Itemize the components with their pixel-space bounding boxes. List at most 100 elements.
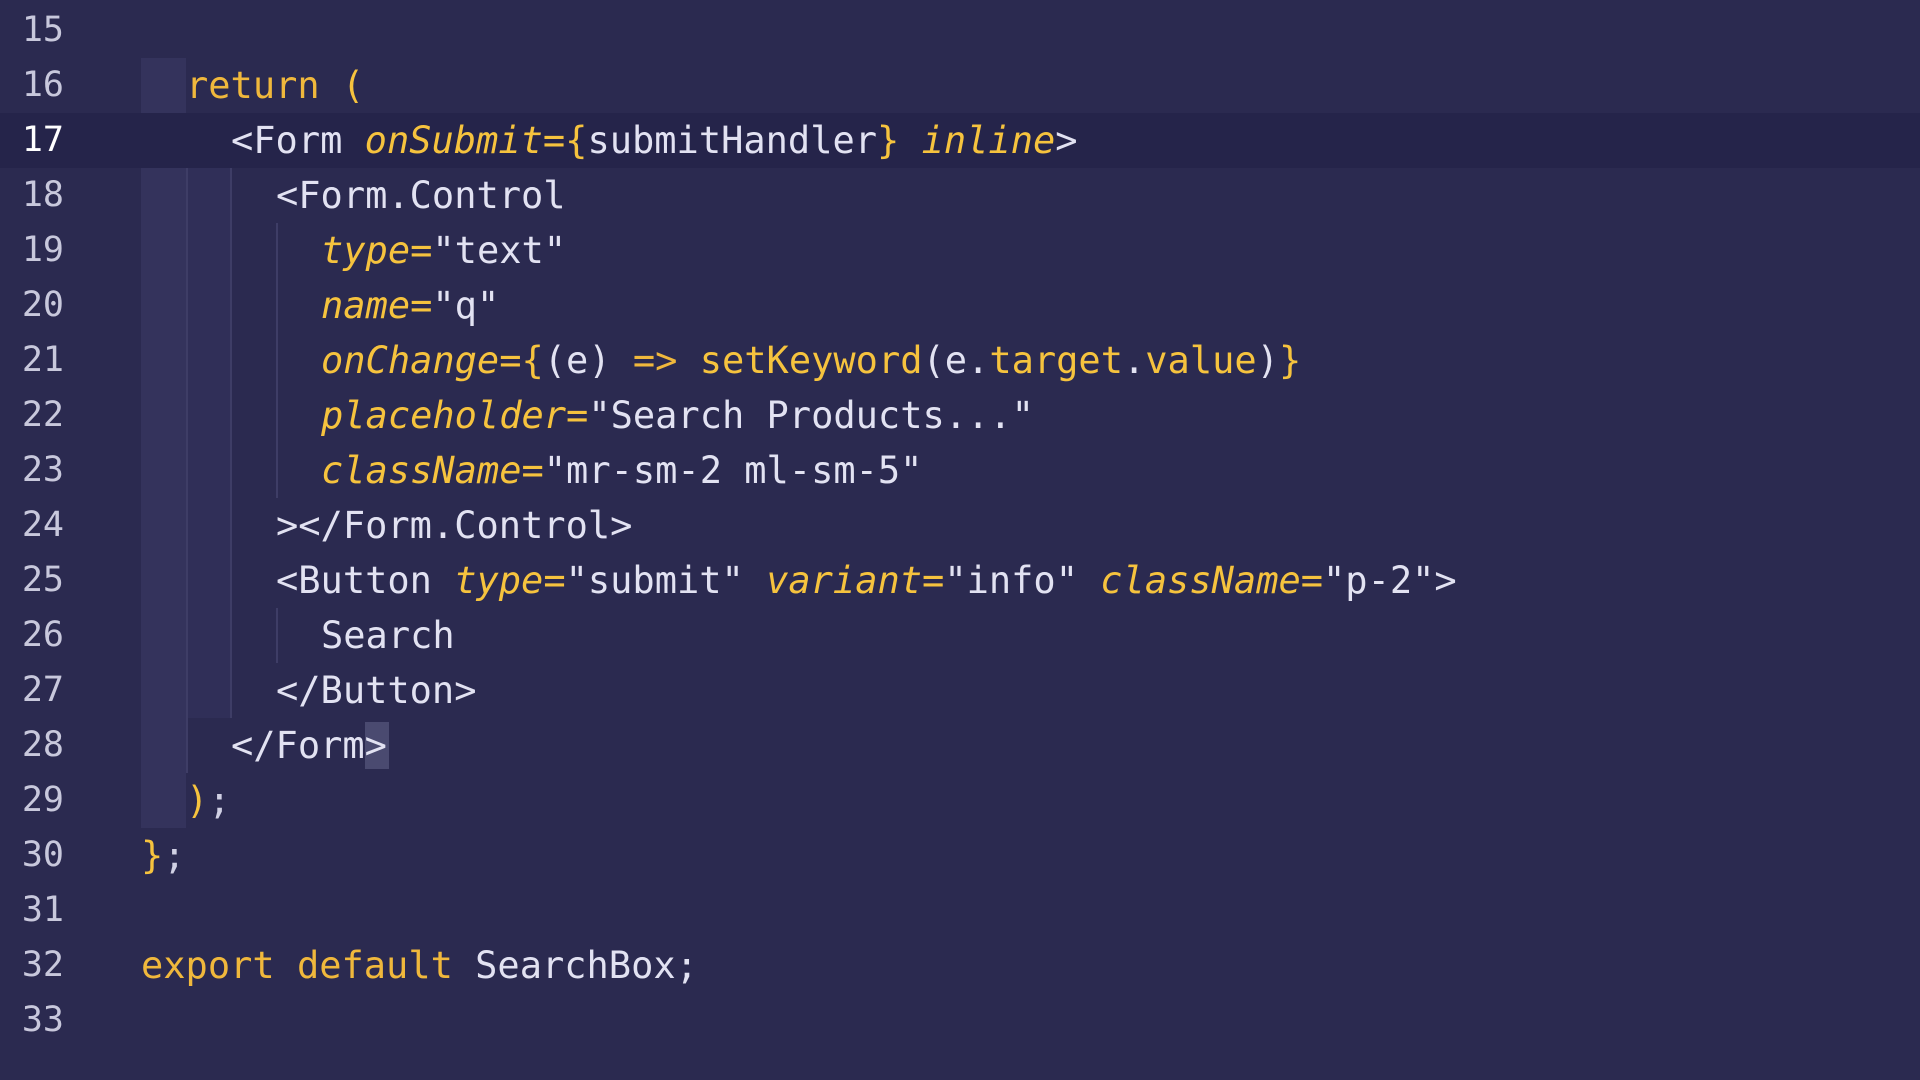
line-code[interactable]: export default SearchBox; [141,938,698,993]
line-number: 19 [21,230,64,270]
code-token-kw: => [632,339,678,382]
code-token-kw: export [141,944,275,987]
code-token-brace: { [565,119,588,162]
line-number: 30 [21,835,64,875]
line-number: 27 [21,670,64,710]
line-code[interactable]: </Button> [276,663,476,718]
code-line[interactable]: 32 export default SearchBox; [0,938,1920,993]
line-number: 25 [21,560,64,600]
code-token-tag: <Button [276,559,432,602]
line-code[interactable]: ></Form.Control> [276,498,632,553]
code-line[interactable]: 28 </Form> [0,718,1920,773]
line-code[interactable]: }; [141,828,186,883]
code-token-muted: ; [208,779,231,822]
code-token-attr: = [543,559,566,602]
code-line[interactable]: 27 </Button> [0,663,1920,718]
code-editor[interactable]: 15 16 return (17 <Form onSubmit={submitHand… [0,0,1920,1080]
code-token-attr: type [321,229,411,272]
line-code[interactable]: type="text" [321,223,566,278]
code-token-fn: setKeyword [699,339,923,382]
code-token-attr: name [321,284,411,327]
line-code[interactable]: <Button type="submit" variant="info" cla… [276,553,1457,608]
line-number: 20 [21,285,64,325]
code-token-tag: > [1434,559,1457,602]
line-number: 23 [21,450,64,490]
code-token-brace: ) [186,779,209,822]
code-token-brace: } [877,119,900,162]
code-token-brace: } [1278,339,1302,382]
line-code[interactable]: onChange={(e) => setKeyword(e.target.val… [321,333,1301,388]
code-token-plain: (e. [922,339,990,382]
code-token-attr: = [410,284,433,327]
code-line[interactable]: 22 placeholder="Search Products..." [0,388,1920,443]
code-token-muted: ; [163,834,186,877]
code-token-str: "p-2" [1323,559,1435,602]
line-number: 26 [21,615,64,655]
line-number: 29 [21,780,64,820]
line-number: 15 [21,10,64,50]
code-token-plain: . [1122,339,1146,382]
code-token-brace: } [141,834,164,877]
code-token-attr: = [410,229,433,272]
code-line[interactable]: 24 ></Form.Control> [0,498,1920,553]
line-number: 22 [21,395,64,435]
code-line[interactable]: 30}; [0,828,1920,883]
code-token-attr: = [542,119,566,162]
code-token-attr: onSubmit [364,119,543,162]
code-token-tag: <Form [231,119,343,162]
line-number: 21 [21,340,64,380]
code-line[interactable]: 29); [0,773,1920,828]
line-code[interactable]: name="q" [321,278,499,333]
code-token-attr: inline [921,119,1056,162]
code-token-str: "submit" [565,559,744,602]
line-code[interactable]: <Form onSubmit={submitHandler} inline> [231,113,1078,168]
code-token-attr: placeholder [321,394,567,437]
line-code[interactable]: className="mr-sm-2 ml-sm-5" [321,443,922,498]
code-line[interactable]: 21 onChange={(e) => setKeyword(e.target.v… [0,333,1920,388]
code-token-plain: (e) [543,339,633,382]
code-line[interactable]: 20 name="q" [0,278,1920,333]
code-token-fn: target [989,339,1123,382]
code-line[interactable]: 19 type="text" [0,223,1920,278]
code-token-attr: = [499,339,522,382]
code-token-brace: { [521,339,544,382]
code-token-attr: onChange [321,339,500,382]
code-line[interactable]: 26 Search [0,608,1920,663]
code-line[interactable]: 33 [0,993,1920,1048]
line-number: 31 [21,890,64,930]
code-line[interactable]: 18 <Form.Control [0,168,1920,223]
code-token-kw: return [186,64,320,107]
code-token-plain: ) [1256,339,1279,382]
code-token-attr: = [521,449,544,492]
code-token-attr: = [1300,559,1324,602]
code-token-fn: value [1145,339,1257,382]
code-token-plain: SearchBox; [452,944,698,987]
code-line[interactable]: 23 className="mr-sm-2 ml-sm-5" [0,443,1920,498]
code-line[interactable]: 16 return ( [0,58,1920,113]
code-token-attr: className [1100,559,1301,602]
line-number: 24 [21,505,64,545]
code-token-tag: > [1055,119,1078,162]
line-code[interactable]: </Form> [231,718,387,773]
line-number: 16 [21,65,64,105]
code-line[interactable]: 17 <Form onSubmit={submitHandler} inline> [0,113,1920,168]
code-line[interactable]: 31 [0,883,1920,938]
line-code[interactable]: ); [186,773,231,828]
line-code[interactable]: <Form.Control [276,168,566,223]
line-code[interactable]: Search [321,608,455,663]
code-token-brace: ( [341,64,365,107]
code-token-tag: </Button> [276,669,477,712]
code-line[interactable]: 15 [0,3,1920,58]
line-code[interactable]: placeholder="Search Products..." [321,388,1034,443]
code-token-str: "Search Products..." [588,394,1034,437]
code-token-attr: type [454,559,544,602]
line-number: 17 [21,120,64,160]
code-line[interactable]: 25 <Button type="submit" variant="info" c… [0,553,1920,608]
line-code[interactable]: return ( [186,58,364,113]
